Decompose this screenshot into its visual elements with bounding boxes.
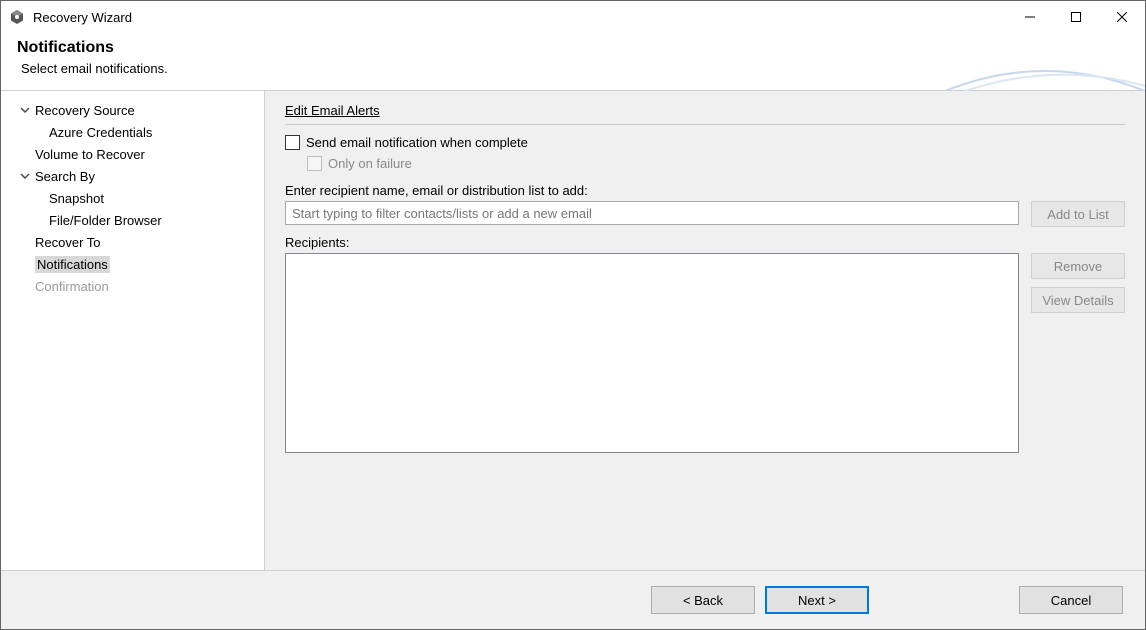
wizard-window: Recovery Wizard Notifications Select ema… <box>0 0 1146 630</box>
recipient-prompt: Enter recipient name, email or distribut… <box>285 183 1125 198</box>
nav-step-label: Notifications <box>35 256 110 273</box>
add-to-list-button[interactable]: Add to List <box>1031 201 1125 227</box>
close-button[interactable] <box>1099 1 1145 33</box>
nav-step-azure-credentials[interactable]: Azure Credentials <box>9 121 256 143</box>
wizard-header: Notifications Select email notifications… <box>1 33 1145 90</box>
nav-step-label: Recovery Source <box>35 103 135 118</box>
nav-step-recover-to[interactable]: Recover To <box>9 231 256 253</box>
only-failure-label: Only on failure <box>328 156 412 171</box>
section-divider <box>285 124 1125 125</box>
nav-step-recovery-source[interactable]: Recovery Source <box>9 99 256 121</box>
recipients-label: Recipients: <box>285 235 1125 250</box>
chevron-down-icon[interactable] <box>17 105 33 115</box>
nav-step-snapshot[interactable]: Snapshot <box>9 187 256 209</box>
wizard-steps-sidebar: Recovery Source Azure Credentials Volume t… <box>1 91 265 570</box>
nav-step-confirmation: Confirmation <box>9 275 256 297</box>
next-button[interactable]: Next > <box>765 586 869 614</box>
recipients-row: Remove View Details <box>285 253 1125 558</box>
back-button[interactable]: < Back <box>651 586 755 614</box>
recipient-input[interactable] <box>285 201 1019 225</box>
wizard-footer: < Back Next > Cancel <box>1 571 1145 629</box>
nav-step-label: File/Folder Browser <box>49 213 162 228</box>
send-email-checkbox[interactable] <box>285 135 300 150</box>
nav-step-volume-to-recover[interactable]: Volume to Recover <box>9 143 256 165</box>
wizard-body: Recovery Source Azure Credentials Volume t… <box>1 90 1145 571</box>
nav-step-label: Volume to Recover <box>35 147 145 162</box>
nav-step-file-folder-browser[interactable]: File/Folder Browser <box>9 209 256 231</box>
only-failure-checkbox <box>307 156 322 171</box>
chevron-down-icon[interactable] <box>17 171 33 181</box>
cancel-button[interactable]: Cancel <box>1019 586 1123 614</box>
nav-step-notifications[interactable]: Notifications <box>9 253 256 275</box>
app-icon <box>9 9 25 25</box>
view-details-button[interactable]: View Details <box>1031 287 1125 313</box>
only-failure-row: Only on failure <box>285 156 1125 171</box>
wizard-content: Edit Email Alerts Send email notificatio… <box>265 91 1145 570</box>
nav-step-label: Confirmation <box>35 279 109 294</box>
window-title: Recovery Wizard <box>33 10 1007 25</box>
remove-button[interactable]: Remove <box>1031 253 1125 279</box>
send-email-label: Send email notification when complete <box>306 135 528 150</box>
maximize-button[interactable] <box>1053 1 1099 33</box>
page-title: Notifications <box>17 39 1129 57</box>
recipients-listbox[interactable] <box>285 253 1019 453</box>
page-subtitle: Select email notifications. <box>17 61 1129 76</box>
nav-step-label: Search By <box>35 169 95 184</box>
window-controls <box>1007 1 1145 33</box>
send-email-row: Send email notification when complete <box>285 135 1125 150</box>
nav-step-label: Azure Credentials <box>49 125 152 140</box>
recipient-input-row: Add to List <box>285 201 1125 227</box>
section-title: Edit Email Alerts <box>285 103 1125 118</box>
nav-step-label: Recover To <box>35 235 101 250</box>
nav-step-search-by[interactable]: Search By <box>9 165 256 187</box>
nav-step-label: Snapshot <box>49 191 104 206</box>
titlebar: Recovery Wizard <box>1 1 1145 33</box>
minimize-button[interactable] <box>1007 1 1053 33</box>
